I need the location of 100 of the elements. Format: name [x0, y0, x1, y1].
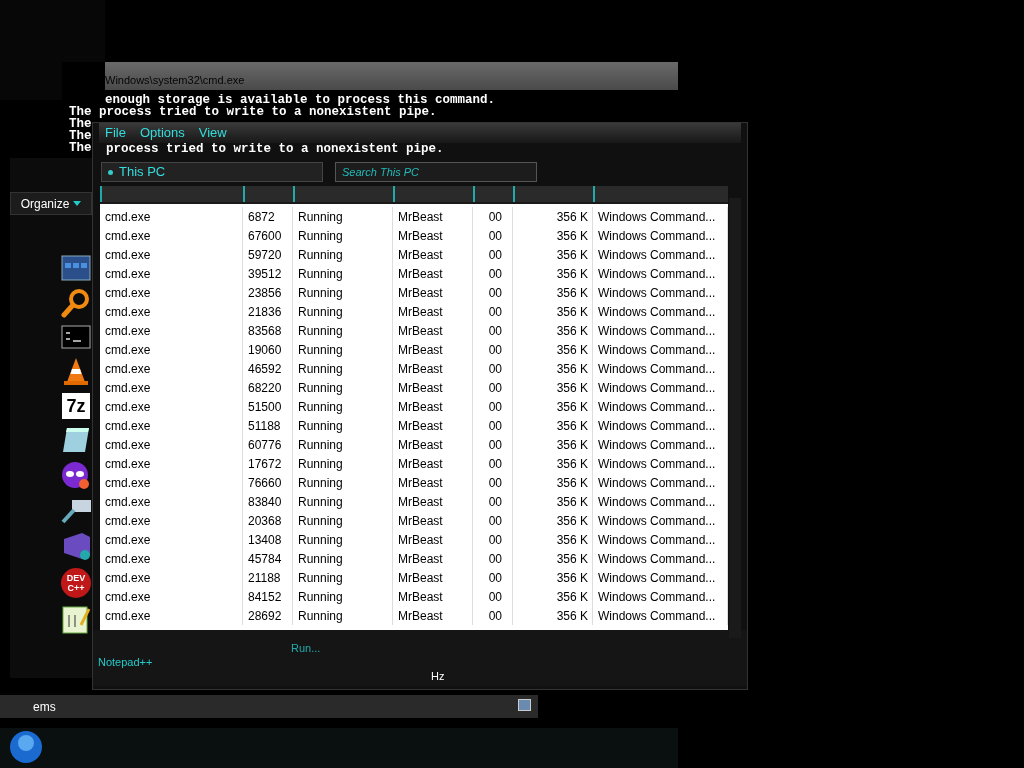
table-cell-text: 39512: [248, 265, 282, 283]
table-cell-text: Windows Command...: [598, 588, 716, 606]
mask-icon[interactable]: [61, 461, 91, 491]
table-cell-text: cmd.exe: [105, 455, 151, 473]
table-cell-text: cmd.exe: [105, 341, 151, 359]
table-cell-text: MrBeast: [398, 512, 443, 530]
table-cell-text: 23856: [248, 284, 282, 302]
wrench-screen-icon[interactable]: [60, 498, 92, 524]
table-cell-text: Running: [298, 512, 343, 530]
table-cell-text: MrBeast: [398, 531, 443, 549]
table-cell-text: 356 K: [556, 474, 588, 492]
table-cell-text: cmd.exe: [105, 417, 151, 435]
table-cell-text: Windows Command...: [598, 398, 716, 416]
table-cell-text: 356 K: [556, 569, 588, 587]
table-cell-text: Windows Command...: [598, 341, 716, 359]
table-cell-text: MrBeast: [398, 607, 443, 625]
table-cell-text: 13408: [248, 531, 282, 549]
search-icon[interactable]: [61, 288, 91, 318]
table-cell-text: Running: [298, 303, 343, 321]
table-cell-text: cmd.exe: [105, 531, 151, 549]
table-cell-text: MrBeast: [398, 436, 443, 454]
table-cell-text: 00: [488, 246, 502, 264]
table-cell-text: 356 K: [556, 550, 588, 568]
table-cell-text: 46592: [248, 360, 282, 378]
search-input[interactable]: Search This PC: [342, 163, 530, 181]
table-cell-text: 00: [488, 531, 502, 549]
table-cell-text: Running: [298, 436, 343, 454]
table-cell-text: cmd.exe: [105, 265, 151, 283]
organize-button[interactable]: Organize: [10, 192, 92, 215]
app-label: Notepad++: [98, 655, 153, 670]
table-cell-text: MrBeast: [398, 493, 443, 511]
table-cell-text: 21836: [248, 303, 282, 321]
table-cell-text: 00: [488, 322, 502, 340]
console-line: The: [69, 142, 92, 154]
table-cell-text: 28692: [248, 607, 282, 625]
table-cell-text: Windows Command...: [598, 284, 716, 302]
console-line: process tried to write to a nonexistent pipe.: [106, 143, 444, 155]
column-header[interactable]: [243, 186, 293, 202]
table-cell-text: cmd.exe: [105, 208, 151, 226]
table-cell-text: 356 K: [556, 493, 588, 511]
terminal-icon[interactable]: [61, 325, 91, 349]
column-header[interactable]: [473, 186, 513, 202]
table-cell-text: 19060: [248, 341, 282, 359]
run-label: Run...: [291, 641, 321, 656]
table-cell-text: MrBeast: [398, 303, 443, 321]
table-cell-text: Windows Command...: [598, 208, 716, 226]
traffic-cone-icon[interactable]: [61, 356, 91, 386]
table-cell-text: 6872: [248, 208, 275, 226]
table-cell-text: 00: [488, 588, 502, 606]
table-cell-text: Windows Command...: [598, 569, 716, 587]
table-cell-text: Running: [298, 284, 343, 302]
menu-item[interactable]: View: [198, 125, 227, 141]
table-cell-text: Windows Command...: [598, 512, 716, 530]
table-cell-text: MrBeast: [398, 360, 443, 378]
window-icon[interactable]: [61, 255, 91, 281]
table-cell-text: Windows Command...: [598, 303, 716, 321]
dropdown-icon: [73, 201, 82, 206]
status-text: ems: [33, 699, 56, 716]
table-cell-text: MrBeast: [398, 550, 443, 568]
start-orb-icon[interactable]: [9, 730, 43, 764]
table-cell-text: MrBeast: [398, 588, 443, 606]
table-cell-text: Running: [298, 246, 343, 264]
table-cell-text: 67600: [248, 227, 282, 245]
table-cell-text: 356 K: [556, 208, 588, 226]
table-cell-text: 00: [488, 417, 502, 435]
notepad-icon[interactable]: [61, 426, 91, 454]
table-cell-text: 00: [488, 474, 502, 492]
menu-item[interactable]: File: [105, 125, 126, 141]
table-cell-text: 00: [488, 284, 502, 302]
table-cell-text: 356 K: [556, 246, 588, 264]
table-cell-text: Running: [298, 208, 343, 226]
column-header[interactable]: [393, 186, 473, 202]
table-cell-text: Windows Command...: [598, 436, 716, 454]
table-cell-text: 83568: [248, 322, 282, 340]
table-cell-text: 00: [488, 512, 502, 530]
table-cell-text: cmd.exe: [105, 398, 151, 416]
table-cell-text: cmd.exe: [105, 360, 151, 378]
table-cell-text: 00: [488, 398, 502, 416]
table-cell-text: 356 K: [556, 360, 588, 378]
table-cell-text: 51188: [248, 417, 281, 435]
console-line: enough storage is available to process this command.: [105, 94, 496, 106]
table-cell-text: 356 K: [556, 284, 588, 302]
search-field[interactable]: Search This PC: [335, 162, 537, 182]
table-cell-text: MrBeast: [398, 417, 443, 435]
column-header[interactable]: [513, 186, 593, 202]
table-cell-text: Windows Command...: [598, 379, 716, 397]
table-cell-text: 356 K: [556, 398, 588, 416]
table-cell-text: Running: [298, 341, 343, 359]
table-cell-text: 45784: [248, 550, 282, 568]
address-bar[interactable]: This PC: [101, 162, 323, 182]
table-cell-text: Running: [298, 398, 343, 416]
table-cell-text: Running: [298, 569, 343, 587]
table-cell-text: 00: [488, 341, 502, 359]
notepad-plus-icon[interactable]: [61, 605, 91, 635]
sevenzip-icon[interactable]: 7z: [62, 393, 90, 419]
table-cell-text: MrBeast: [398, 322, 443, 340]
menu-item[interactable]: Options: [139, 125, 185, 141]
table-cell-text: 00: [488, 208, 502, 226]
table-cell-text: MrBeast: [398, 398, 443, 416]
table-cell-text: Windows Command...: [598, 474, 716, 492]
